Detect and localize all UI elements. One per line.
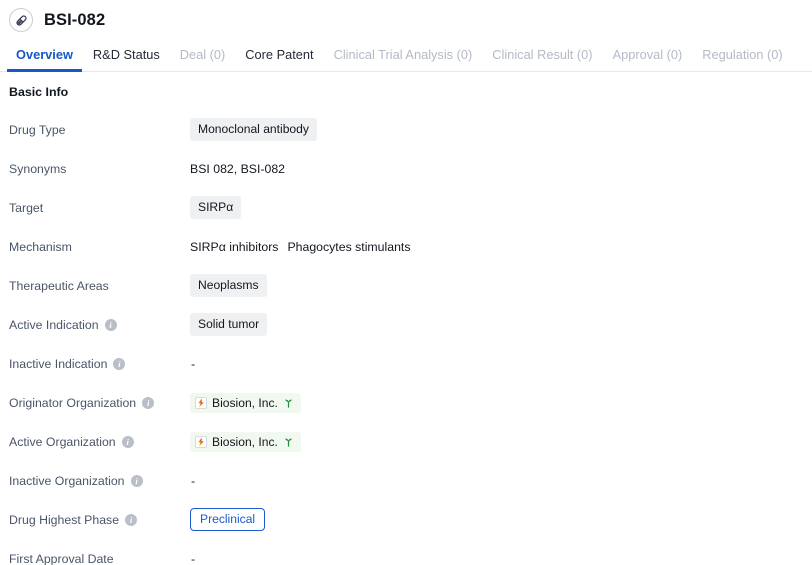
field-value-inactive-indication: - xyxy=(190,356,812,371)
field-label-drug-highest-phase: Drug Highest Phase i xyxy=(9,512,190,527)
info-icon[interactable]: i xyxy=(130,474,143,487)
field-label-text: First Approval Date xyxy=(9,551,114,565)
field-label-inactive-indication: Inactive Indication i xyxy=(9,356,190,371)
field-row-inactive-organization: Inactive Organization i - xyxy=(0,461,812,500)
basic-info-field-list: Drug Type Monoclonal antibody Synonyms BSI … xyxy=(0,110,812,565)
field-row-drug-highest-phase: Drug Highest Phase i Preclinical xyxy=(0,500,812,539)
value-text: BSI 082, BSI-082 xyxy=(190,161,286,176)
field-value-first-approval-date: - xyxy=(190,551,812,565)
field-label-text: Mechanism xyxy=(9,239,72,254)
field-label-synonyms: Synonyms xyxy=(9,161,190,176)
field-label-drug-type: Drug Type xyxy=(9,122,190,137)
field-label-mechanism: Mechanism xyxy=(9,239,190,254)
info-icon[interactable]: i xyxy=(121,435,134,448)
drug-phase-badge[interactable]: Preclinical xyxy=(190,508,266,532)
field-row-synonyms: Synonyms BSI 082, BSI-082 xyxy=(0,149,812,188)
field-value-active-organization: Biosion, Inc. xyxy=(190,431,812,452)
info-icon[interactable]: i xyxy=(125,513,138,526)
tab-clinical-result-0: Clinical Result (0) xyxy=(492,47,593,63)
field-label-therapeutic-areas: Therapeutic Areas xyxy=(9,278,190,293)
field-value-drug-type: Monoclonal antibody xyxy=(190,118,812,142)
field-label-text: Active Organization xyxy=(9,434,116,449)
info-icon[interactable]: i xyxy=(113,357,126,370)
field-value-inactive-organization: - xyxy=(190,473,812,488)
field-row-drug-type: Drug Type Monoclonal antibody xyxy=(0,110,812,149)
field-label-originator-organization: Originator Organization i xyxy=(9,395,190,410)
field-label-first-approval-date: First Approval Date xyxy=(9,551,190,565)
page-header: BSI-082 xyxy=(0,0,812,40)
capsule-icon xyxy=(9,8,33,32)
field-value-target: SIRPα xyxy=(190,196,812,220)
field-label-active-organization: Active Organization i xyxy=(9,434,190,449)
field-label-active-indication: Active Indication i xyxy=(9,317,190,332)
field-label-inactive-organization: Inactive Organization i xyxy=(9,473,190,488)
organization-name: Biosion, Inc. xyxy=(212,434,278,449)
field-value-originator-organization: Biosion, Inc. xyxy=(190,392,812,413)
field-value-active-indication: Solid tumor xyxy=(190,313,812,337)
field-value-drug-highest-phase: Preclinical xyxy=(190,508,812,532)
field-row-inactive-indication: Inactive Indication i - xyxy=(0,344,812,383)
tab-clinical-trial-analysis-0: Clinical Trial Analysis (0) xyxy=(333,47,473,63)
sprout-icon xyxy=(283,436,294,448)
field-row-originator-organization: Originator Organization i Biosion, Inc. xyxy=(0,383,812,422)
tab-deal-0: Deal (0) xyxy=(179,47,226,63)
field-value-mechanism: SIRPα inhibitors Phagocytes stimulants xyxy=(190,240,812,253)
field-value-synonyms: BSI 082, BSI-082 xyxy=(190,161,812,176)
info-icon[interactable]: i xyxy=(142,396,155,409)
overview-content: Basic Info Drug Type Monoclonal antibody S… xyxy=(0,72,812,565)
field-row-first-approval-date: First Approval Date - xyxy=(0,539,812,565)
chip-tag[interactable]: SIRPα xyxy=(190,196,242,220)
field-label-text: Drug Highest Phase xyxy=(9,512,120,527)
field-row-active-indication: Active Indication i Solid tumor xyxy=(0,305,812,344)
value-empty: - xyxy=(191,551,196,565)
value-empty: - xyxy=(191,356,196,371)
tab-regulation-0: Regulation (0) xyxy=(702,47,783,63)
field-row-target: Target SIRPα xyxy=(0,188,812,227)
field-label-text: Inactive Organization xyxy=(9,473,125,488)
field-label-text: Therapeutic Areas xyxy=(9,278,109,293)
field-row-mechanism: Mechanism SIRPα inhibitors Phagocytes stim… xyxy=(0,227,812,266)
tab-bar: Overview R&D Status Deal (0) Core Patent Cli… xyxy=(0,40,812,72)
field-row-therapeutic-areas: Therapeutic Areas Neoplasms xyxy=(0,266,812,305)
chip-tag[interactable]: Neoplasms xyxy=(190,274,267,298)
tab-core-patent[interactable]: Core Patent xyxy=(235,48,323,71)
field-label-text: Synonyms xyxy=(9,161,67,176)
organization-badge[interactable]: Biosion, Inc. xyxy=(190,431,301,452)
organization-name: Biosion, Inc. xyxy=(212,395,278,410)
field-label-text: Originator Organization xyxy=(9,395,137,410)
field-value-therapeutic-areas: Neoplasms xyxy=(190,274,812,298)
field-label-text: Drug Type xyxy=(9,122,66,137)
biosion-logo-icon xyxy=(195,396,207,409)
organization-badge[interactable]: Biosion, Inc. xyxy=(190,392,301,413)
mechanism-item[interactable]: Phagocytes stimulants xyxy=(287,240,410,253)
section-title-basic-info: Basic Info xyxy=(9,85,69,99)
field-label-target: Target xyxy=(9,200,190,215)
field-label-text: Inactive Indication xyxy=(9,356,108,371)
info-icon[interactable]: i xyxy=(104,318,117,331)
tab-r-d-status[interactable]: R&D Status xyxy=(83,48,170,71)
drug-detail-page: BSI-082 Overview R&D Status Deal (0) Core P… xyxy=(0,0,812,565)
tab-overview[interactable]: Overview xyxy=(6,48,83,72)
biosion-logo-icon xyxy=(195,435,207,448)
chip-tag[interactable]: Solid tumor xyxy=(190,313,268,337)
mechanism-list: SIRPα inhibitors Phagocytes stimulants xyxy=(190,240,410,253)
field-label-text: Target xyxy=(9,200,44,215)
tab-approval-0: Approval (0) xyxy=(612,47,683,63)
field-row-active-organization: Active Organization i Biosion, Inc. xyxy=(0,422,812,461)
page-title: BSI-082 xyxy=(44,10,106,29)
chip-tag[interactable]: Monoclonal antibody xyxy=(190,118,317,142)
mechanism-item[interactable]: SIRPα inhibitors xyxy=(190,240,278,253)
sprout-icon xyxy=(283,397,294,409)
field-label-text: Active Indication xyxy=(9,317,99,332)
value-empty: - xyxy=(191,473,196,488)
